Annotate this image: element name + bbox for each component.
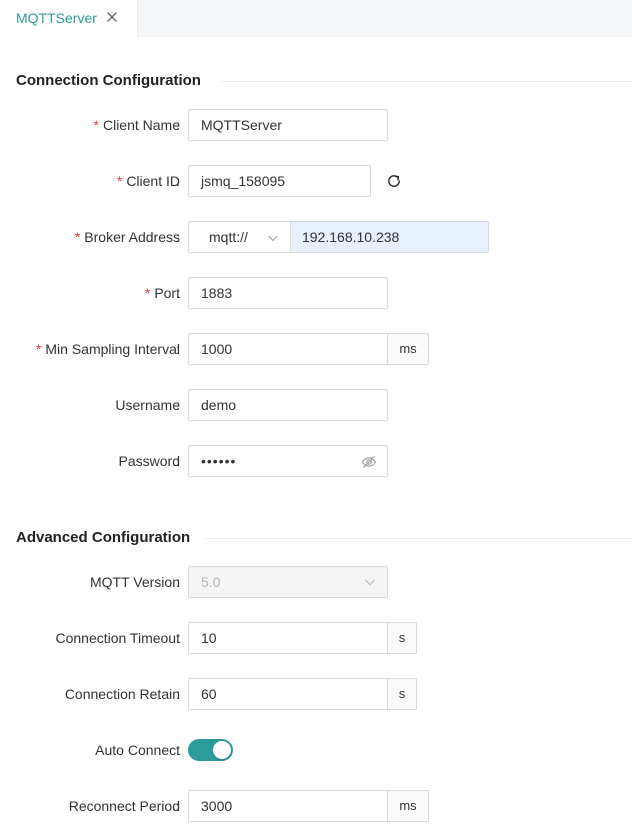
connection-retain-input[interactable]: 60	[188, 678, 388, 710]
label-colon: :	[176, 574, 180, 590]
username-value: demo	[201, 397, 237, 413]
label-colon: :	[176, 341, 180, 357]
refresh-icon[interactable]	[385, 172, 403, 190]
client-id-value: jsmq_158095	[201, 173, 286, 189]
reconnect-period-input[interactable]: 3000	[188, 790, 388, 822]
client-id-input[interactable]: jsmq_158095	[188, 165, 371, 197]
mqtt-version-select: 5.0	[188, 566, 388, 598]
protocol-value: mqtt://	[209, 229, 248, 245]
port-value: 1883	[201, 285, 233, 301]
reconnect-period-unit: ms	[387, 790, 429, 822]
client-name-input[interactable]: MQTTServer	[188, 109, 388, 141]
password-input[interactable]: ••••••	[188, 445, 388, 477]
label-colon: :	[176, 798, 180, 814]
required-mark: *	[116, 173, 123, 189]
toggle-knob	[213, 741, 231, 759]
section-title-advanced: Advanced Configuration	[16, 529, 191, 546]
section-divider	[218, 81, 632, 82]
label-colon: :	[176, 397, 180, 413]
connection-retain-unit: s	[387, 678, 417, 710]
protocol-select[interactable]: mqtt://	[188, 221, 290, 253]
auto-connect-toggle[interactable]	[188, 739, 233, 761]
username-label: Username	[115, 397, 180, 413]
broker-address-label: * Broker Address	[74, 229, 180, 245]
label-colon: :	[176, 285, 180, 301]
tab-bar: MQTTServer	[0, 0, 632, 37]
label-colon: :	[176, 453, 180, 469]
connection-timeout-value: 10	[201, 630, 217, 646]
connection-timeout-unit: s	[387, 622, 417, 654]
username-input[interactable]: demo	[188, 389, 388, 421]
password-value: ••••••	[201, 453, 237, 469]
chevron-down-icon	[365, 579, 375, 586]
section-divider	[206, 538, 632, 539]
min-sampling-label: * Min Sampling Interval	[35, 341, 180, 357]
connection-timeout-label: Connection Timeout	[55, 630, 180, 646]
mqtt-version-label: MQTT Version	[90, 574, 180, 590]
required-mark: *	[35, 341, 42, 357]
label-colon: :	[176, 173, 180, 189]
client-name-value: MQTTServer	[201, 117, 282, 133]
auto-connect-label: Auto Connect	[95, 742, 180, 758]
required-mark: *	[144, 285, 151, 301]
section-title-connection: Connection Configuration	[16, 72, 201, 89]
tab-label: MQTTServer	[16, 10, 97, 26]
required-mark: *	[74, 229, 81, 245]
client-id-label: * Client ID	[116, 173, 180, 189]
connection-retain-label: Connection Retain	[64, 686, 180, 702]
label-colon: :	[176, 630, 180, 646]
label-colon: :	[176, 686, 180, 702]
min-sampling-value: 1000	[201, 341, 233, 357]
port-input[interactable]: 1883	[188, 277, 388, 309]
reconnect-period-label: Reconnect Period	[68, 798, 180, 814]
label-colon: :	[176, 229, 180, 245]
broker-host-input[interactable]: 192.168.10.238	[290, 221, 489, 253]
label-colon: :	[176, 742, 180, 758]
close-icon[interactable]	[104, 9, 120, 25]
min-sampling-input[interactable]: 1000	[188, 333, 388, 365]
chevron-down-icon	[268, 235, 278, 242]
reconnect-period-value: 3000	[201, 798, 233, 814]
eye-invisible-icon[interactable]	[361, 454, 377, 470]
label-colon: :	[176, 117, 180, 133]
password-label: Password	[118, 453, 180, 469]
client-name-label: * Client Name	[93, 117, 180, 133]
connection-retain-value: 60	[201, 686, 217, 702]
mqtt-version-value: 5.0	[201, 574, 221, 590]
broker-host-value: 192.168.10.238	[302, 229, 400, 245]
required-mark: *	[93, 117, 99, 133]
connection-timeout-input[interactable]: 10	[188, 622, 388, 654]
tab-mqttserver[interactable]: MQTTServer	[0, 0, 138, 37]
port-label: * Port	[144, 285, 180, 301]
min-sampling-unit: ms	[387, 333, 429, 365]
